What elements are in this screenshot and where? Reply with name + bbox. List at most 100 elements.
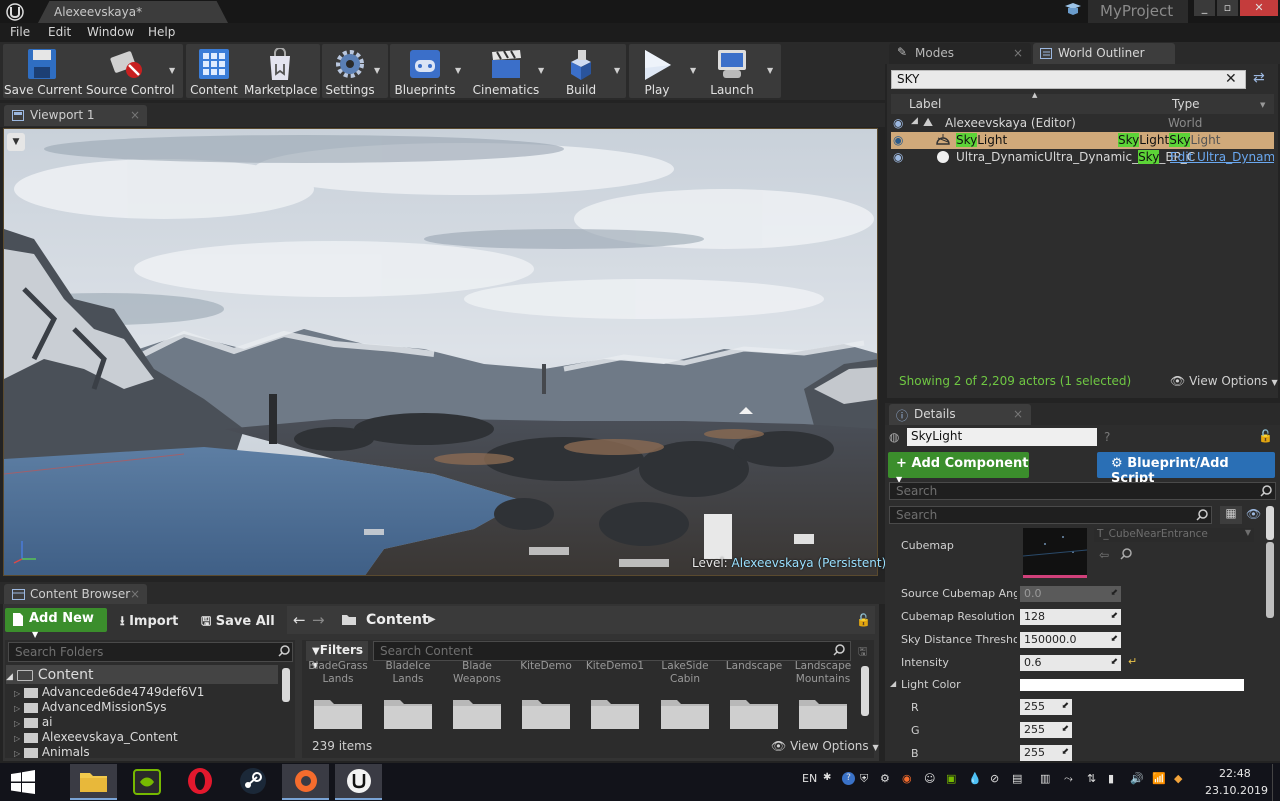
search-content-input[interactable]: Search Content: [373, 641, 851, 661]
browse-search-icon[interactable]: [1120, 548, 1132, 560]
windows-start-icon[interactable]: [10, 770, 36, 794]
tab-close-icon[interactable]: ×: [130, 108, 140, 122]
view-options-button[interactable]: 👁 View Options ▼: [771, 739, 879, 753]
prop-value-b[interactable]: 255 ⬋: [1020, 745, 1072, 761]
blueprints-button[interactable]: Blueprints: [393, 44, 457, 98]
menu-window[interactable]: Window: [87, 25, 134, 39]
drop-icon[interactable]: 💧: [968, 772, 982, 785]
cubemap-asset-picker[interactable]: T_CubeNearEntrance ▼: [1094, 528, 1254, 542]
content-button[interactable]: Content: [189, 44, 239, 98]
build-button[interactable]: Build: [556, 44, 606, 98]
taskbar-time[interactable]: 22:48: [1219, 767, 1251, 780]
tree-item[interactable]: ▷ ai: [14, 715, 53, 729]
cubemap-thumbnail[interactable]: [1023, 528, 1087, 578]
tab-details[interactable]: ⓘ Details ×: [889, 404, 1031, 425]
reset-to-default-icon[interactable]: ↵: [1128, 655, 1137, 668]
use-selected-arrow-icon[interactable]: ⇦: [1099, 548, 1109, 562]
prop-value-g[interactable]: 255 ⬋: [1020, 722, 1072, 738]
taskbar-date[interactable]: 23.10.2019: [1205, 784, 1268, 797]
prop-value-cubemap-resolution[interactable]: 128 ⬋: [1020, 609, 1121, 625]
actor-name-input[interactable]: SkyLight: [907, 428, 1097, 446]
settings-button[interactable]: Settings: [324, 44, 376, 98]
help-icon[interactable]: ?: [1104, 430, 1110, 444]
document-tab[interactable]: Alexeevskaya*: [38, 1, 228, 23]
steam-tray-icon[interactable]: ⚙: [880, 772, 890, 785]
close-button[interactable]: ✕: [1240, 0, 1278, 16]
outliner-row-selected[interactable]: ◉ SkyLight SkyLightSkyLight: [891, 132, 1274, 149]
nvidia-tray-icon[interactable]: ▣: [946, 772, 956, 785]
taskbar-file-explorer-icon[interactable]: [70, 764, 117, 800]
column-label[interactable]: Label: [909, 97, 941, 111]
launch-button[interactable]: Launch: [704, 44, 760, 98]
assets-scrollbar[interactable]: [861, 666, 869, 716]
viewport-3d-scene[interactable]: [3, 128, 878, 576]
add-new-button[interactable]: Add New ▼: [5, 608, 107, 639]
asset-folder[interactable]: BladeIce Lands: [376, 660, 440, 686]
shield-icon[interactable]: ⛨: [860, 772, 868, 786]
outliner-row[interactable]: ◉ Ultra_DynamicUltra_Dynamic_Sky_BP_C Ed…: [891, 149, 1274, 166]
visibility-eye-icon[interactable]: ◉: [893, 150, 903, 164]
prop-value-intensity[interactable]: 0.6 ⬋: [1020, 655, 1121, 671]
cinematics-dropdown-icon[interactable]: ▼: [538, 66, 547, 75]
tree-item[interactable]: ▷ AdvancedMissionSys: [14, 700, 167, 714]
save-all-button[interactable]: 🖫 Save All: [201, 612, 275, 633]
tree-item[interactable]: ▷ Alexeevskaya_Content: [14, 730, 178, 744]
add-component-button[interactable]: + Add Component ▼: [888, 452, 1029, 484]
folders-scrollbar[interactable]: [282, 668, 290, 702]
asset-folder[interactable]: Landscape Mountains: [791, 660, 855, 686]
import-button[interactable]: ⭳ Import: [120, 612, 178, 634]
unreal-logo-icon[interactable]: [0, 0, 30, 23]
column-type[interactable]: Type: [1172, 97, 1200, 111]
bluetooth-icon[interactable]: ✱: [823, 772, 831, 783]
tab-close-icon[interactable]: ×: [130, 587, 140, 601]
save-current-button[interactable]: Save Current: [4, 44, 82, 98]
light-color-swatch[interactable]: [1020, 679, 1244, 691]
breadcrumb-content[interactable]: Content: [366, 612, 429, 628]
remote-icon[interactable]: ⊘: [990, 772, 999, 785]
project-feedback-icon[interactable]: [1063, 2, 1083, 20]
input-language[interactable]: EN: [802, 772, 817, 785]
eye-icon[interactable]: 👁: [1246, 507, 1261, 521]
search-folders-input[interactable]: Search Folders: [8, 642, 293, 662]
create-folder-icon[interactable]: ⇄: [1253, 70, 1265, 86]
volume-icon[interactable]: 🔊: [1130, 772, 1144, 785]
blueprint-add-script-button[interactable]: ⚙ Blueprint/Add Script: [1097, 452, 1275, 486]
link-icon[interactable]: ⤳: [1064, 772, 1073, 786]
settings-dropdown-icon[interactable]: ▼: [374, 66, 383, 75]
network-tray-icon[interactable]: ⇅: [1087, 772, 1096, 785]
visibility-eye-icon[interactable]: ◉: [893, 116, 903, 130]
back-arrow-icon[interactable]: ←: [293, 611, 306, 629]
visibility-eye-icon[interactable]: ◉: [893, 133, 903, 147]
launch-dropdown-icon[interactable]: ▼: [767, 66, 776, 75]
property-matrix-icon[interactable]: ▦: [1220, 506, 1242, 524]
menu-file[interactable]: File: [10, 25, 30, 39]
play-dropdown-icon[interactable]: ▼: [690, 66, 699, 75]
restore-button[interactable]: ▫: [1217, 0, 1238, 16]
asset-folder[interactable]: KiteDemo: [514, 660, 578, 673]
show-desktop-button[interactable]: [1272, 764, 1280, 801]
battery-icon[interactable]: ▮: [1108, 772, 1114, 785]
forward-arrow-icon[interactable]: →: [312, 611, 325, 629]
tree-item-content[interactable]: ◢ Content: [6, 667, 94, 683]
property-search-input[interactable]: Search: [889, 506, 1212, 524]
save-search-icon[interactable]: 🖫: [858, 643, 867, 662]
play-button[interactable]: Play: [632, 44, 682, 98]
taskbar-opera-icon[interactable]: [176, 764, 223, 800]
taskbar-origin-icon[interactable]: [282, 764, 329, 800]
menu-edit[interactable]: Edit: [48, 25, 71, 39]
outliner-row[interactable]: ◉ ◢ ⛰ Alexeevskaya (Editor) World: [891, 115, 1274, 132]
edit-blueprint-link[interactable]: Edit Ultra_Dynamic: [1170, 150, 1274, 164]
marketplace-button[interactable]: Marketplace: [244, 44, 318, 98]
tab-world-outliner[interactable]: World Outliner: [1033, 43, 1175, 64]
taskbar-steam-icon[interactable]: [229, 764, 276, 800]
tab-content-browser[interactable]: Content Browser ×: [4, 584, 147, 604]
outliner-search-input[interactable]: SKY: [891, 70, 1246, 89]
asset-folder[interactable]: BladeGrass Lands: [306, 660, 370, 686]
build-dropdown-icon[interactable]: ▼: [614, 66, 623, 75]
cpu-tray-icon[interactable]: ▥: [1040, 772, 1050, 785]
clear-search-icon[interactable]: ✕: [1225, 71, 1237, 87]
tab-close-icon[interactable]: ×: [1013, 407, 1023, 421]
component-search-input[interactable]: Search: [889, 482, 1276, 500]
minimize-button[interactable]: _: [1194, 0, 1215, 16]
details-scrollbar-track[interactable]: [1266, 542, 1274, 618]
